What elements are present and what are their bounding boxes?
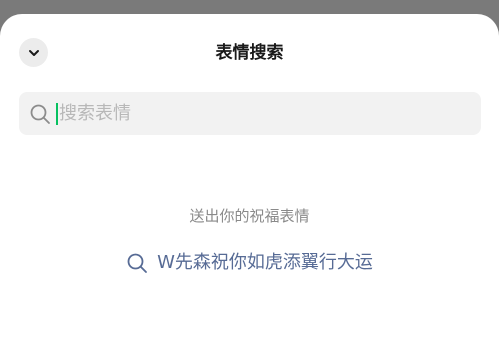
search-icon: [126, 252, 148, 274]
search-input[interactable]: [58, 98, 439, 129]
search-icon: [28, 102, 52, 126]
suggestion-label: W先森祝你如虎添翼行大运: [157, 252, 373, 273]
page-title: 表情搜索: [215, 43, 284, 63]
search-bar[interactable]: [19, 92, 481, 135]
emoji-search-sheet: 表情搜索 送出你的祝福表情 W先森祝你如虎添翼行大运: [0, 14, 499, 359]
suggestion-item[interactable]: W先森祝你如虎添翼行大运: [0, 250, 499, 276]
empty-state-hint: 送出你的祝福表情: [189, 207, 310, 225]
